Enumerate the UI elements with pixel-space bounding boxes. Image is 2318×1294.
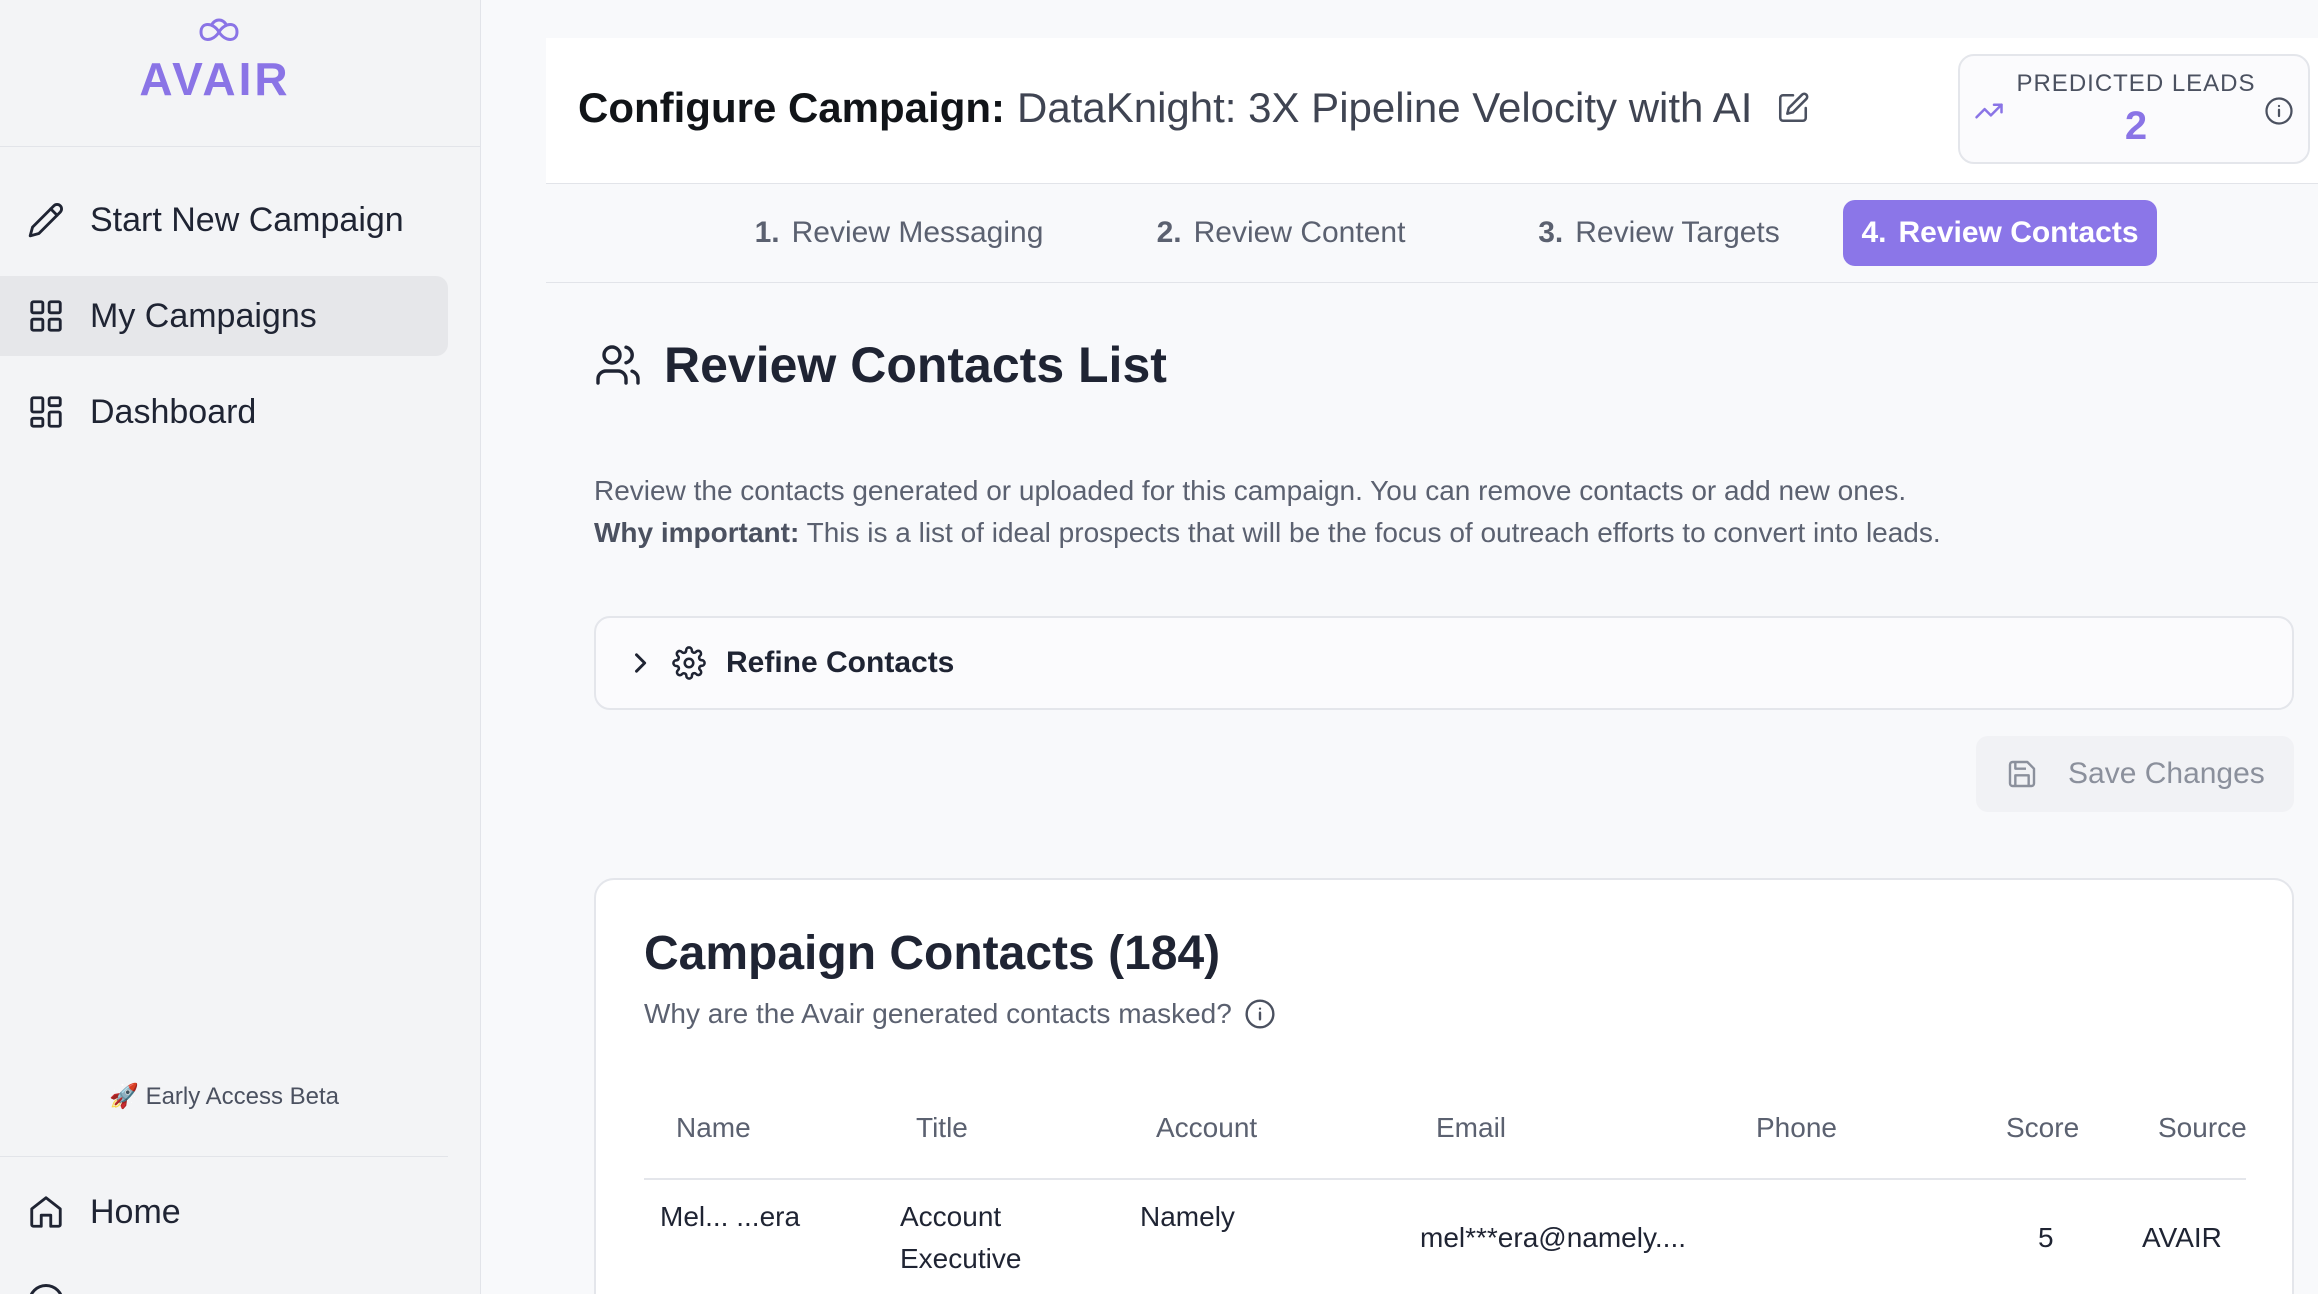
- step-number: 4.: [1861, 216, 1887, 249]
- predicted-leads-label: PREDICTED LEADS: [2016, 70, 2256, 97]
- column-header-email[interactable]: Email: [1436, 1112, 1506, 1144]
- refine-contacts-label: Refine Contacts: [726, 646, 955, 679]
- step-number: 2.: [1156, 216, 1182, 249]
- refine-contacts-accordion[interactable]: Refine Contacts: [594, 616, 2294, 710]
- column-header-source[interactable]: Source: [2158, 1112, 2246, 1144]
- cell-score: 5: [2038, 1222, 2054, 1253]
- page-title: Configure Campaign: DataKnight: 3X Pipel…: [578, 84, 1810, 132]
- sidebar-item-start-new-campaign[interactable]: Start New Campaign: [0, 180, 448, 260]
- grid-icon: [26, 296, 66, 336]
- campaign-header: Configure Campaign: DataKnight: 3X Pipel…: [546, 38, 2318, 184]
- edit-icon[interactable]: [1776, 91, 1810, 125]
- beta-badge: 🚀 Early Access Beta: [109, 1083, 339, 1110]
- dashboard-icon: [26, 392, 66, 432]
- tab-review-contacts[interactable]: 4. Review Contacts: [1843, 200, 2157, 266]
- sidebar-item-my-campaigns[interactable]: My Campaigns: [0, 276, 448, 356]
- step-number: 3.: [1538, 216, 1564, 249]
- masked-question-text: Why are the Avair generated contacts mas…: [644, 998, 1232, 1029]
- avair-logo[interactable]: AVAIR: [135, 14, 295, 105]
- sidebar-divider: [0, 146, 481, 147]
- cell-account: Namely: [1140, 1201, 1235, 1232]
- gear-icon: [672, 646, 706, 680]
- table-header: Name Title Account Email Phone Score Sou…: [644, 1100, 2246, 1170]
- step-label: Review Messaging: [791, 216, 1044, 249]
- save-changes-button[interactable]: Save Changes: [1976, 736, 2294, 812]
- step-number: 1.: [754, 216, 780, 249]
- column-header-account[interactable]: Account: [1156, 1112, 1257, 1144]
- cell-title-line1: Account: [900, 1201, 1002, 1232]
- chevron-right-icon: [635, 653, 647, 673]
- sidebar-item-dashboard[interactable]: Dashboard: [0, 372, 448, 452]
- why-label: Why important:: [594, 517, 800, 548]
- cell-source: AVAIR: [2142, 1222, 2222, 1253]
- section-title-text: Review Contacts List: [664, 337, 1167, 393]
- partial-circle-icon[interactable]: [28, 1284, 64, 1294]
- pencil-icon: [26, 200, 66, 240]
- tab-review-messaging[interactable]: 1. Review Messaging: [726, 200, 1072, 266]
- step-label: Review Targets: [1575, 216, 1780, 249]
- cell-email: mel***era@namely....: [1420, 1222, 1686, 1253]
- info-icon[interactable]: [2264, 96, 2294, 126]
- sidebar-divider: [0, 1156, 448, 1157]
- home-icon: [26, 1192, 66, 1232]
- tab-review-targets[interactable]: 3. Review Targets: [1490, 200, 1828, 266]
- section-title: Review Contacts List: [594, 336, 1167, 394]
- tab-review-content[interactable]: 2. Review Content: [1112, 200, 1450, 266]
- infinity-logo-icon: [199, 18, 239, 41]
- sidebar: AVAIR Start New Campaign My Campaigns Da…: [0, 0, 481, 1294]
- step-label: Review Content: [1193, 216, 1406, 249]
- sidebar-item-home[interactable]: Home: [0, 1172, 448, 1252]
- cell-title-line2: Executive: [900, 1243, 1022, 1274]
- info-icon[interactable]: [1244, 998, 1276, 1030]
- campaign-name: DataKnight: 3X Pipeline Velocity with AI: [1017, 84, 1753, 131]
- step-label: Review Contacts: [1898, 216, 2139, 249]
- sidebar-item-label: Dashboard: [90, 392, 257, 431]
- logo-text: AVAIR: [139, 53, 291, 105]
- sidebar-item-label: Home: [90, 1192, 181, 1231]
- title-prefix: Configure Campaign:: [578, 84, 1005, 131]
- description-text: Review the contacts generated or uploade…: [594, 475, 1907, 506]
- campaign-contacts-card: Campaign Contacts (184) Why are the Avai…: [594, 878, 2294, 1294]
- column-header-score[interactable]: Score: [2006, 1112, 2079, 1144]
- column-header-phone[interactable]: Phone: [1756, 1112, 1837, 1144]
- cell-name: Mel... ...era: [660, 1201, 801, 1232]
- why-text: This is a list of ideal prospects that w…: [799, 517, 1941, 548]
- table-header-divider: [644, 1178, 2246, 1180]
- why-important: Why important: This is a list of ideal p…: [594, 512, 2194, 554]
- save-changes-label: Save Changes: [2068, 757, 2265, 790]
- predicted-leads-value: 2: [2124, 104, 2148, 148]
- column-header-name[interactable]: Name: [676, 1112, 751, 1144]
- sidebar-item-label: My Campaigns: [90, 296, 317, 335]
- section-description: Review the contacts generated or uploade…: [594, 470, 2194, 554]
- predicted-leads-card: PREDICTED LEADS 2: [1958, 54, 2310, 164]
- save-icon: [2008, 760, 2036, 788]
- step-tabs: 1. Review Messaging 2. Review Content 3.…: [546, 185, 2318, 283]
- contacts-title: Campaign Contacts (184): [644, 927, 1221, 980]
- sidebar-item-label: Start New Campaign: [90, 200, 404, 239]
- users-icon: [596, 345, 640, 385]
- masked-question[interactable]: Why are the Avair generated contacts mas…: [644, 998, 1276, 1030]
- column-header-title[interactable]: Title: [916, 1112, 968, 1144]
